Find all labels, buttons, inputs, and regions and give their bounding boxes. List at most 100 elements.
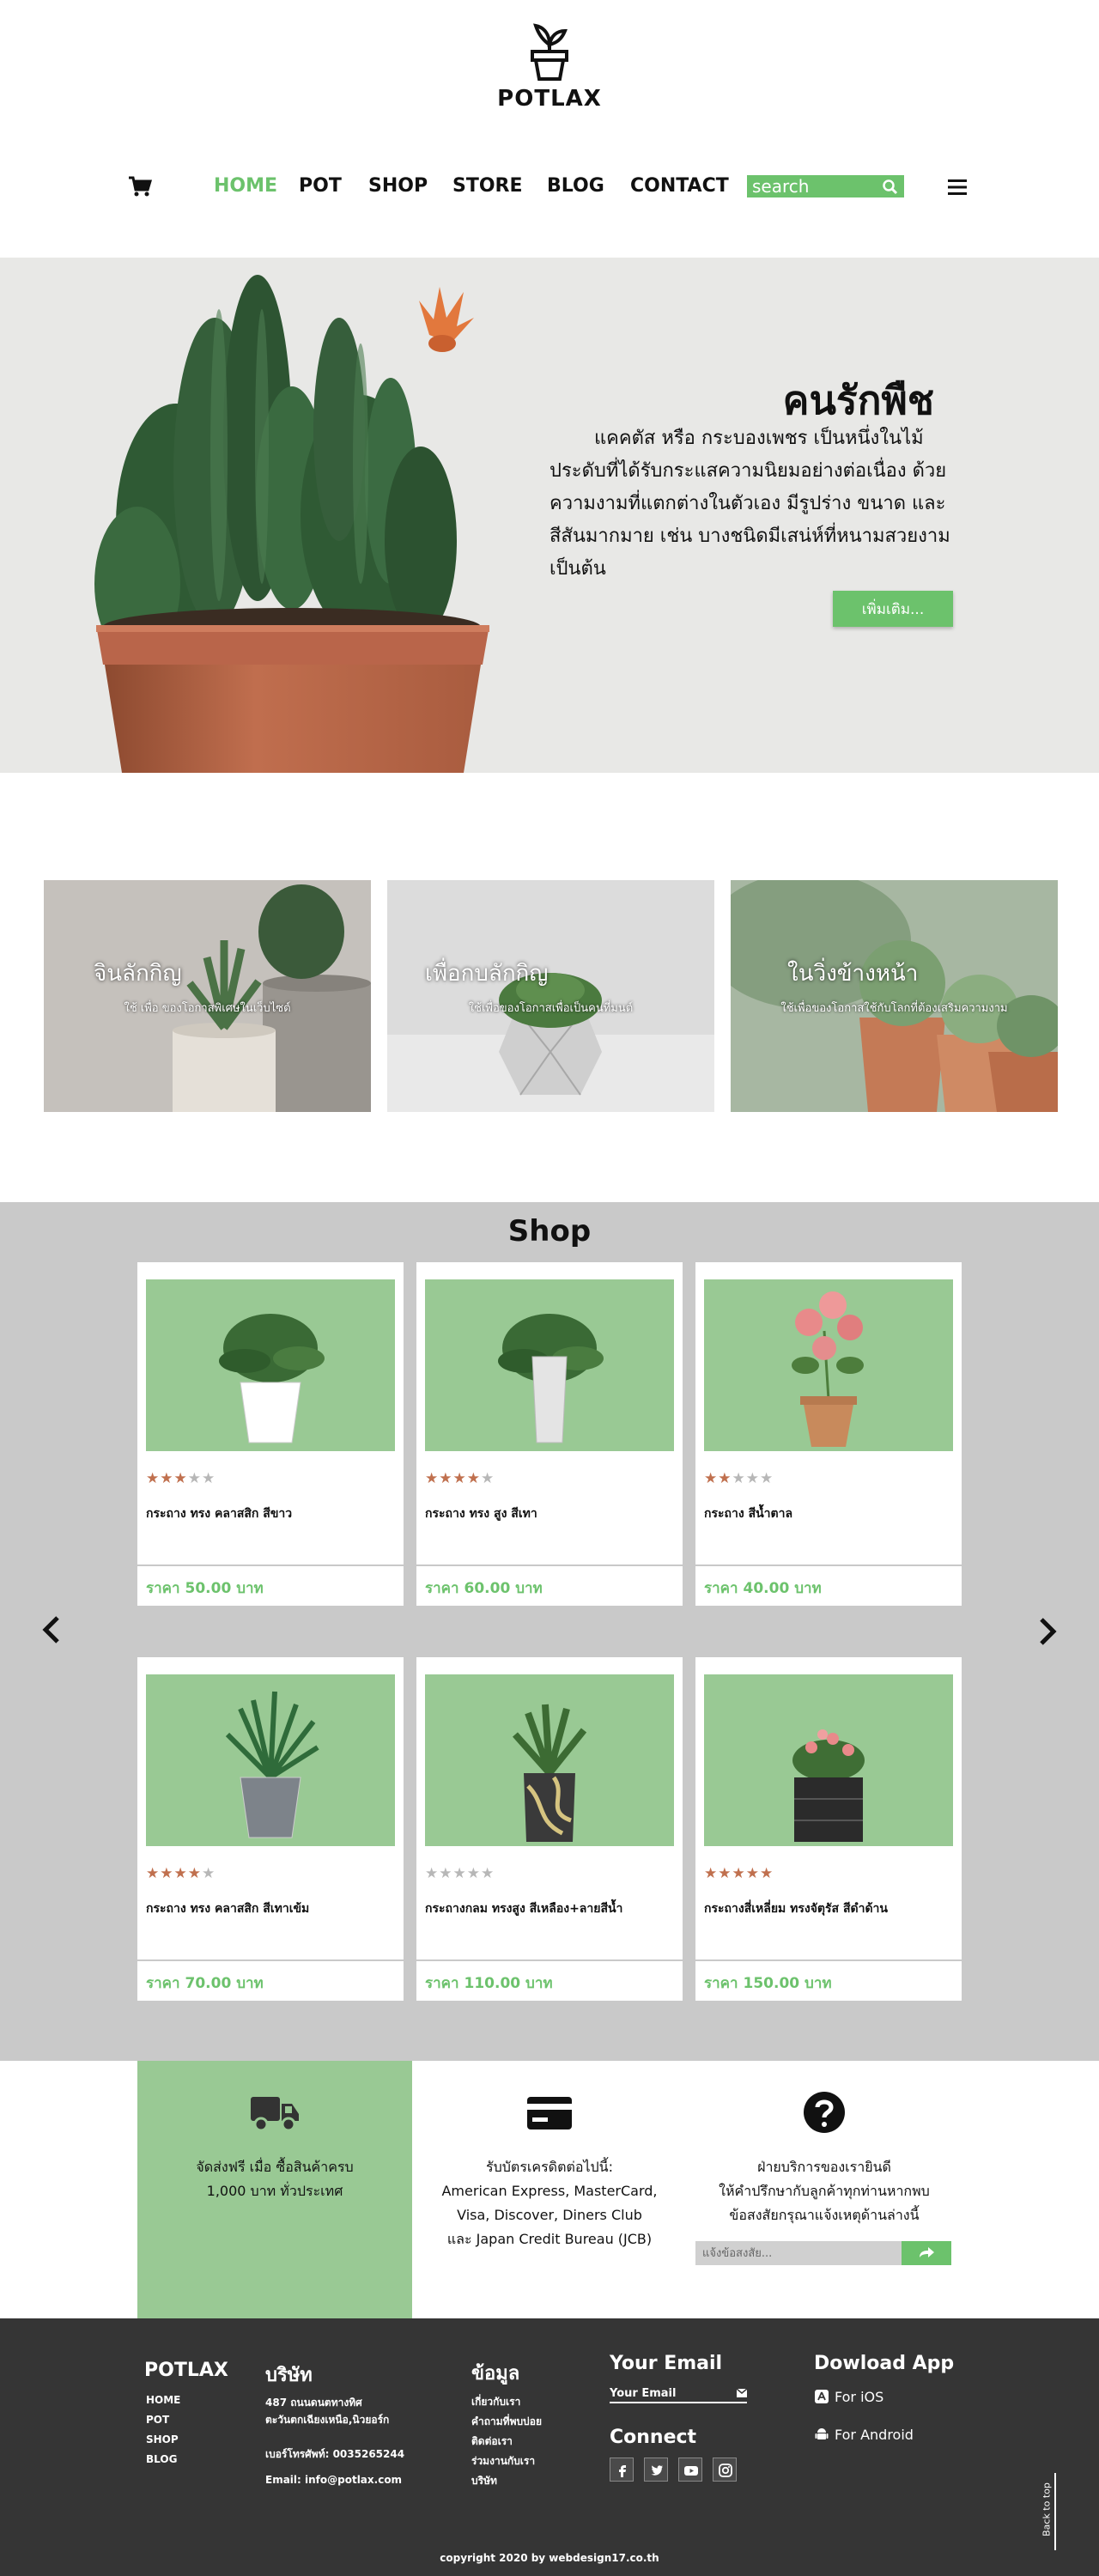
- product-thumb[interactable]: [425, 1674, 674, 1846]
- envelope-icon[interactable]: [737, 2389, 747, 2397]
- company-email[interactable]: Email: info@potlax.com: [265, 2471, 402, 2488]
- chevron-left-icon[interactable]: [39, 1614, 64, 1645]
- question-icon: [804, 2092, 845, 2133]
- chevron-right-icon[interactable]: [1035, 1616, 1060, 1647]
- nav-pot[interactable]: POT: [299, 175, 342, 197]
- nav-home[interactable]: HOME: [214, 175, 277, 197]
- feature-card-2[interactable]: เพื่อกบลักกิญ ใช้เพื่อของโอกาสเพื่อเป็นค…: [387, 880, 714, 1112]
- star-icon: ★: [173, 1470, 188, 1487]
- footer-link-careers[interactable]: ร่วมงานกับเรา: [471, 2451, 542, 2471]
- read-more-button[interactable]: เพิ่มเติม...: [833, 591, 953, 627]
- inquiry-input[interactable]: [695, 2241, 902, 2265]
- payment-text: รับบัตรเครดิตต่อไปนี้: American Express,…: [441, 2159, 658, 2247]
- product-name[interactable]: กระถาง สีน้ำตาล: [704, 1504, 953, 1523]
- brand-logo[interactable]: POTLAX: [489, 19, 610, 112]
- facebook-icon[interactable]: [610, 2458, 634, 2482]
- nav-contact[interactable]: CONTACT: [630, 175, 729, 197]
- product-price: ราคา 60.00 บาท: [425, 1580, 543, 1597]
- product-card[interactable]: ★★★★★ กระถาง สีน้ำตาล ราคา 40.00 บาท: [695, 1262, 962, 1606]
- twitter-icon[interactable]: [644, 2458, 668, 2482]
- product-divider: [137, 1564, 404, 1566]
- footer-link-home[interactable]: HOME: [146, 2391, 180, 2410]
- footer-link-shop[interactable]: SHOP: [146, 2430, 180, 2450]
- android-app-link[interactable]: For Android: [814, 2427, 914, 2443]
- product-price: ราคา 110.00 บาท: [425, 1975, 553, 1992]
- youtube-icon[interactable]: [678, 2458, 702, 2482]
- star-icon: ★: [452, 1865, 467, 1882]
- feature-title: จินลักกิญ: [94, 961, 182, 987]
- footer-link-faq[interactable]: คำถามที่พบบ่อย: [471, 2412, 542, 2432]
- feature-card-1[interactable]: จินลักกิญ ใช้ เพื่อ ของโอกาสพิเศษในเว็บไ…: [44, 880, 371, 1112]
- shop-section: Shop ★★★★★ กระถาง ทรง คลาสสิก สีขาว ราคา…: [0, 1202, 1099, 2061]
- product-name[interactable]: กระถาง ทรง คลาสสิก สีเทาเข้ม: [146, 1899, 395, 1918]
- star-icon: ★: [173, 1865, 188, 1882]
- shipping-text: จัดส่งฟรี เมื่อ ซื้อสินค้าครบ 1,000 บาท …: [196, 2159, 354, 2199]
- star-icon: ★: [425, 1470, 440, 1487]
- product-thumb[interactable]: [146, 1279, 395, 1451]
- star-icon: ★: [187, 1470, 202, 1487]
- star-icon: ★: [425, 1865, 440, 1882]
- product-rating: ★★★★★: [425, 1470, 495, 1487]
- product-thumb[interactable]: [146, 1674, 395, 1846]
- product-name[interactable]: กระถางสี่เหลี่ยม ทรงจัตุรัส สีดำด้าน: [704, 1899, 953, 1918]
- search-input[interactable]: [749, 177, 877, 196]
- product-card[interactable]: ★★★★★ กระถางสี่เหลี่ยม ทรงจัตุรัส สีดำด้…: [695, 1657, 962, 2001]
- ios-label: For iOS: [835, 2389, 884, 2405]
- product-name[interactable]: กระถาง ทรง คลาสสิก สีขาว: [146, 1504, 395, 1523]
- footer-link-pot[interactable]: POT: [146, 2410, 180, 2430]
- product-card[interactable]: ★★★★★ กระถาง ทรง คลาสสิก สีขาว ราคา 50.0…: [137, 1262, 404, 1606]
- nav-store[interactable]: STORE: [452, 175, 523, 197]
- product-card[interactable]: ★★★★★ กระถาง ทรง คลาสสิก สีเทาเข้ม ราคา …: [137, 1657, 404, 2001]
- company-phone: เบอร์โทรศัพท์: 0035265244: [265, 2448, 405, 2460]
- star-icon: ★: [718, 1865, 732, 1882]
- feature-title: ในวิ่งข้างหน้า: [787, 961, 919, 987]
- star-icon: ★: [466, 1865, 481, 1882]
- star-icon: ★: [704, 1470, 719, 1487]
- star-icon: ★: [146, 1865, 161, 1882]
- nav-shop[interactable]: SHOP: [368, 175, 428, 197]
- product-thumb[interactable]: [425, 1279, 674, 1451]
- footer-link-company[interactable]: บริษัท: [471, 2471, 542, 2491]
- footer-app-title: Dowload App: [814, 2353, 955, 2374]
- product-thumb[interactable]: [704, 1674, 953, 1846]
- back-to-top-link[interactable]: Back to top: [1030, 2473, 1056, 2550]
- footer-link-blog[interactable]: BLOG: [146, 2450, 180, 2470]
- footer-link-contact[interactable]: ติดต่อเรา: [471, 2432, 542, 2451]
- feature-card-3[interactable]: ในวิ่งข้างหน้า ใช้เพื่อของโอกาสใช้กับโลก…: [731, 880, 1058, 1112]
- footer-email-field[interactable]: Your Email: [610, 2387, 747, 2403]
- feature-subtitle: ใช้เพื่อของโอกาสใช้กับโลกที่ต้องเสริมควา…: [780, 1002, 1008, 1015]
- company-address: 487 ถนนดนตทางทิศ ตะวันตกเฉียงเหนือ,นิวยอ…: [265, 2397, 390, 2426]
- product-name[interactable]: กระถาง ทรง สูง สีเทา: [425, 1504, 674, 1523]
- footer-link-about[interactable]: เกี่ยวกับเรา: [471, 2392, 542, 2412]
- star-icon: ★: [732, 1865, 746, 1882]
- product-card[interactable]: ★★★★★ กระถางกลม ทรงสูง สีเหลือง+ลายสีน้ำ…: [416, 1657, 683, 2001]
- android-label: For Android: [835, 2427, 914, 2443]
- product-divider: [695, 1564, 962, 1566]
- product-image: [225, 1691, 319, 1838]
- hamburger-icon[interactable]: [946, 177, 968, 197]
- footer-brand: POTLAX: [144, 2360, 228, 2381]
- product-rating: ★★★★★: [146, 1470, 216, 1487]
- product-name[interactable]: กระถางกลม ทรงสูง สีเหลือง+ลายสีน้ำ: [425, 1899, 674, 1918]
- instagram-icon[interactable]: [713, 2458, 737, 2482]
- product-rating: ★★★★★: [704, 1470, 774, 1487]
- star-icon: ★: [439, 1470, 453, 1487]
- send-button[interactable]: [902, 2241, 951, 2265]
- search-icon[interactable]: [882, 179, 899, 196]
- star-icon: ★: [718, 1470, 732, 1487]
- nav-blog[interactable]: BLOG: [547, 175, 604, 197]
- ios-app-link[interactable]: For iOS: [814, 2389, 883, 2405]
- shop-title: Shop: [507, 1214, 592, 1249]
- support-text: ฝ่ายบริการของเรายินดี ให้คำปรึกษากับลูกค…: [719, 2159, 930, 2223]
- product-image: [792, 1729, 865, 1842]
- product-price: ราคา 150.00 บาท: [704, 1975, 832, 1992]
- star-icon: ★: [439, 1865, 453, 1882]
- footer-company-title: บริษัท: [265, 2365, 313, 2386]
- product-card[interactable]: ★★★★★ กระถาง ทรง สูง สีเทา ราคา 60.00 บา…: [416, 1262, 683, 1606]
- star-icon: ★: [481, 1470, 495, 1487]
- footer-email-label: Your Email: [610, 2387, 677, 2400]
- product-thumb[interactable]: [704, 1279, 953, 1451]
- brand-name: POTLAX: [497, 86, 602, 112]
- cart-icon[interactable]: [127, 173, 153, 199]
- back-to-top-line: [1054, 2473, 1056, 2550]
